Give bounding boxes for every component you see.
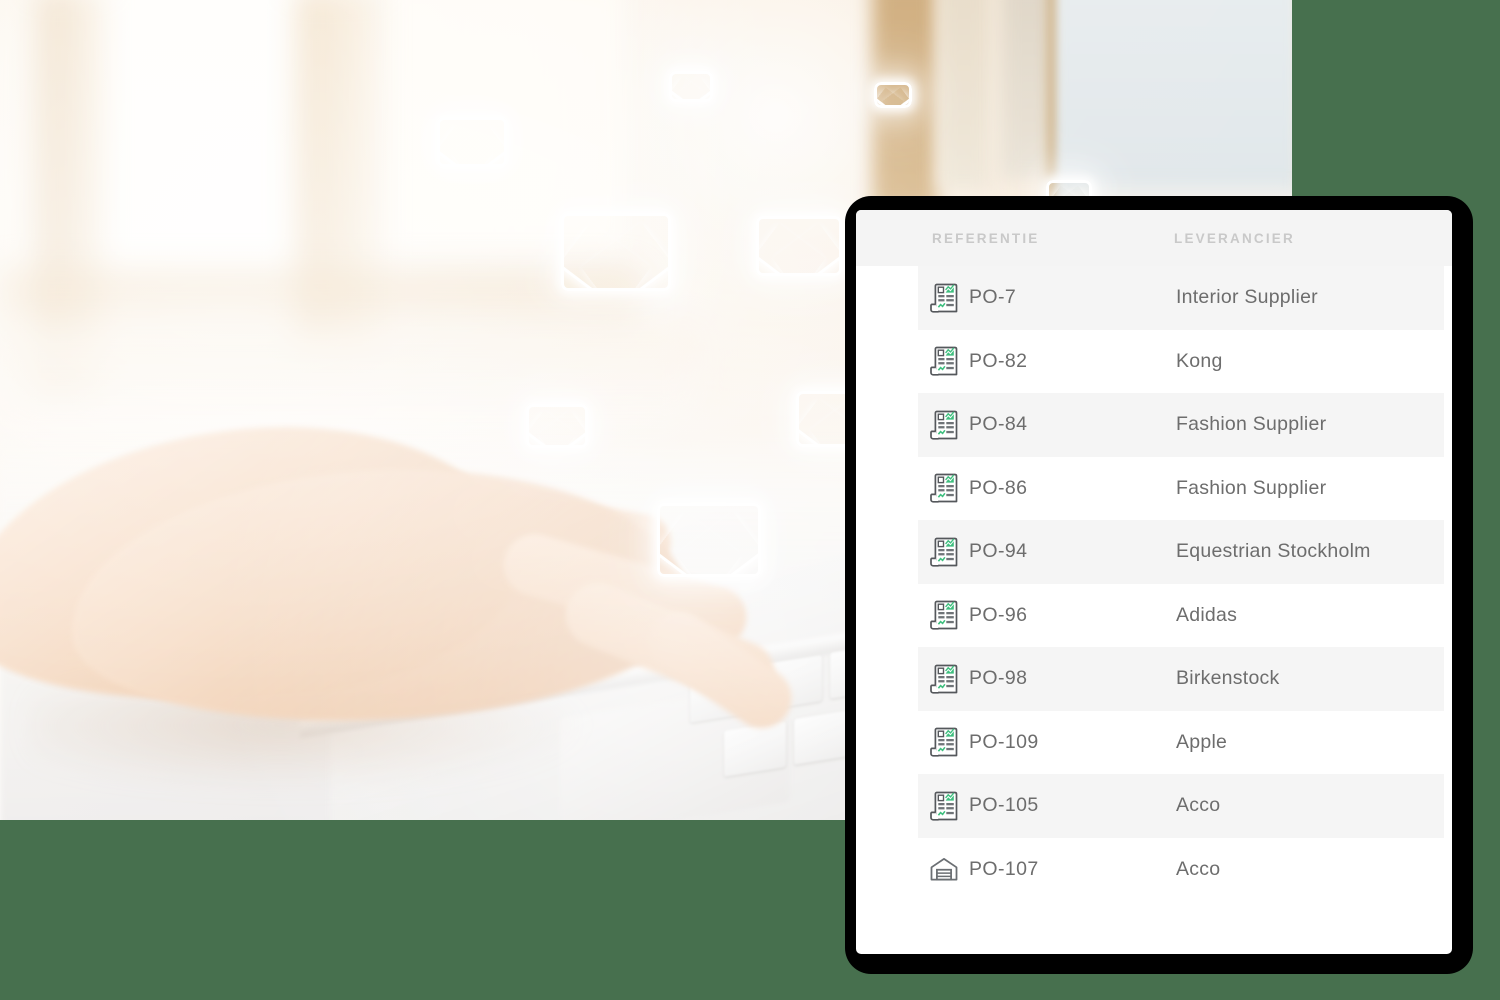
cell-reference: PO-82 [918,346,1114,376]
cell-reference: PO-86 [918,473,1114,503]
cell-reference: PO-107 [918,854,1114,884]
cell-supplier: Equestrian Stockholm [1176,540,1371,563]
cell-supplier: Acco [1176,794,1221,817]
table-row[interactable]: PO-105 Acco [918,774,1444,838]
purchase-orders-panel: REFERENTIE LEVERANCIER PO-7 Interior Supp… [856,210,1452,954]
window-sill [0,330,700,420]
purchase-order-document-icon [930,283,958,313]
purchase-order-document-icon [930,473,958,503]
table-header-row: REFERENTIE LEVERANCIER [856,210,1452,266]
purchase-order-document-icon [930,791,958,821]
reference-value: PO-82 [969,349,1028,372]
cell-supplier: Fashion Supplier [1176,476,1327,499]
cell-supplier: Apple [1176,730,1228,753]
table-row[interactable]: PO-7 Interior Supplier [918,266,1444,330]
reference-value: PO-7 [969,286,1017,309]
reference-value: PO-98 [969,667,1028,690]
cell-supplier: Interior Supplier [1176,286,1318,309]
cell-reference: PO-84 [918,410,1114,440]
cell-reference: PO-94 [918,537,1114,567]
reference-value: PO-109 [969,730,1039,753]
purchase-order-document-icon [930,346,958,376]
screenshot-canvas: REFERENTIE LEVERANCIER PO-7 Interior Supp… [0,0,1500,1000]
column-header-supplier: LEVERANCIER [1174,230,1295,246]
window-pane-left [76,0,304,270]
cell-reference: PO-109 [918,727,1114,757]
envelope-icon [874,82,912,108]
purchase-order-document-icon [930,664,958,694]
warehouse-icon [930,854,958,884]
cell-reference: PO-105 [918,791,1114,821]
laptop-key [724,721,786,777]
envelope-icon [657,503,761,577]
envelope-icon [437,117,507,167]
table-row[interactable]: PO-98 Birkenstock [918,647,1444,711]
purchase-order-document-icon [930,600,958,630]
cell-supplier: Acco [1176,857,1221,880]
reference-value: PO-105 [969,794,1039,817]
purchase-order-document-icon [930,537,958,567]
table-row[interactable]: PO-86 Fashion Supplier [918,456,1444,520]
envelope-icon [756,216,842,276]
envelope-icon [561,213,671,291]
envelope-icon [526,404,588,448]
cell-supplier: Kong [1176,349,1223,372]
table-row[interactable]: PO-84 Fashion Supplier [918,393,1444,457]
cell-reference: PO-98 [918,664,1114,694]
table-row[interactable]: PO-109 Apple [918,710,1444,774]
purchase-order-document-icon [930,727,958,757]
reference-value: PO-84 [969,413,1028,436]
monitor-screen [1056,0,1292,202]
table-row[interactable]: PO-96 Adidas [918,583,1444,647]
cell-reference: PO-7 [918,283,1114,313]
shelf-object-book [938,0,990,190]
reference-value: PO-107 [969,857,1039,880]
cell-reference: PO-96 [918,600,1114,630]
cell-supplier: Fashion Supplier [1176,413,1327,436]
reference-value: PO-94 [969,540,1028,563]
reference-value: PO-96 [969,603,1028,626]
table-row[interactable]: PO-107 Acco [918,837,1444,901]
cell-supplier: Birkenstock [1176,667,1280,690]
table-row[interactable]: PO-82 Kong [918,329,1444,393]
envelope-icon [669,71,713,102]
purchase-order-document-icon [930,410,958,440]
table-body: PO-7 Interior Supplier PO-82 Kong PO-84 Fashi… [856,266,1452,901]
cell-supplier: Adidas [1176,603,1238,626]
column-header-reference: REFERENTIE [932,230,1040,246]
reference-value: PO-86 [969,476,1028,499]
table-row[interactable]: PO-94 Equestrian Stockholm [918,520,1444,584]
